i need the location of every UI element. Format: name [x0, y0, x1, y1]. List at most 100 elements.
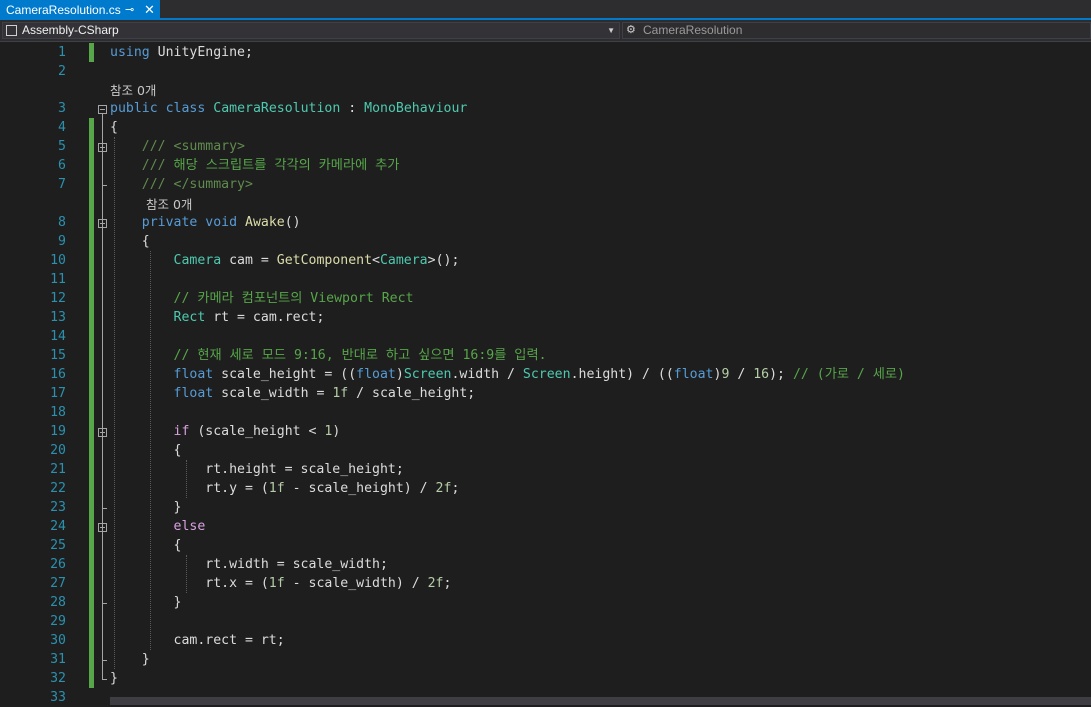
code-line: 5 /// <summary> — [0, 137, 1091, 156]
line-number: 23 — [50, 500, 66, 515]
line-number: 26 — [50, 557, 66, 572]
code-text[interactable]: } — [110, 593, 182, 612]
type-label: CameraResolution — [643, 23, 743, 37]
code-token: (scale_height < — [189, 424, 325, 439]
code-text[interactable]: { — [110, 118, 118, 137]
code-token: Screen — [522, 367, 571, 382]
line-number: 28 — [50, 595, 66, 610]
code-editor[interactable]: 1 using UnityEngine; 2 3 public class Camera… — [0, 42, 1091, 705]
code-token: () — [284, 215, 301, 230]
code-text[interactable]: cam.rect = rt; — [110, 631, 285, 650]
code-token: /// — [141, 158, 174, 173]
code-text[interactable]: { — [110, 441, 182, 460]
code-line: 12 // 카메라 컴포넌트의 Viewport Rect — [0, 289, 1091, 308]
code-line: 26 rt.width = scale_width; — [0, 555, 1091, 574]
code-line: 30 cam.rect = rt; — [0, 631, 1091, 650]
project-dropdown[interactable]: Assembly-CSharp ▼ — [2, 22, 620, 39]
code-text[interactable]: // 현재 세로 모드 9:16, 반대로 하고 싶으면 16:9를 입력. — [110, 346, 547, 365]
code-text[interactable]: public class CameraResolution : MonoBeha… — [110, 99, 467, 118]
code-token: if — [173, 424, 190, 439]
code-text[interactable]: // 카메라 컴포넌트의 Viewport Rect — [110, 289, 414, 308]
line-number: 27 — [50, 576, 66, 591]
navigation-bar: Assembly-CSharp ▼ ⚙ CameraResolution — [0, 20, 1091, 42]
code-line: 15 // 현재 세로 모드 9:16, 반대로 하고 싶으면 16:9를 입력… — [0, 346, 1091, 365]
indent-guide — [114, 137, 115, 669]
code-token: rt = cam.rect; — [205, 310, 325, 325]
code-text[interactable]: rt.height = scale_height; — [110, 460, 404, 479]
code-text[interactable]: if (scale_height < 1) — [110, 422, 341, 441]
line-number: 9 — [58, 234, 66, 249]
line-number: 3 — [58, 101, 66, 116]
code-line: 25 { — [0, 536, 1091, 555]
line-number: 32 — [50, 671, 66, 686]
code-line: 23 } — [0, 498, 1091, 517]
code-line: 16 float scale_height = ((float)Screen.w… — [0, 365, 1091, 384]
code-line: 11 — [0, 270, 1091, 289]
collapse-icon[interactable] — [98, 105, 107, 114]
line-number: 22 — [50, 481, 66, 496]
code-line: 7 /// </summary> — [0, 175, 1091, 194]
outline-end — [102, 185, 107, 186]
code-lens-references[interactable]: 참조 0개 — [110, 80, 156, 99]
code-line: 6 /// 해당 스크립트를 각각의 카메라에 추가 — [0, 156, 1091, 175]
line-number: 12 — [50, 291, 66, 306]
code-text[interactable]: /// 해당 스크립트를 각각의 카메라에 추가 — [110, 156, 400, 175]
code-token: float — [173, 367, 214, 382]
line-number: 19 — [50, 424, 66, 439]
code-token: /// — [141, 139, 174, 154]
code-text[interactable]: { — [110, 232, 150, 251]
code-text[interactable]: } — [110, 669, 118, 688]
csharp-project-icon — [6, 25, 17, 36]
code-token: } — [110, 652, 150, 667]
code-text[interactable]: rt.width = scale_width; — [110, 555, 388, 574]
tab-camera-resolution[interactable]: CameraResolution.cs ⊸ ✕ — [0, 0, 160, 20]
code-line: 24 else — [0, 517, 1091, 536]
code-token: using — [110, 45, 150, 60]
code-token: Awake — [245, 215, 285, 230]
code-token: class — [165, 101, 206, 116]
code-text[interactable]: else — [110, 517, 206, 536]
code-token: </summary> — [173, 177, 253, 192]
line-number: 31 — [50, 652, 66, 667]
pin-icon[interactable]: ⊸ — [125, 0, 134, 20]
code-token: private — [141, 215, 198, 230]
code-text[interactable]: private void Awake() — [110, 213, 301, 232]
code-token: ) — [395, 367, 404, 382]
code-token: - scale_width) / — [284, 576, 428, 591]
change-marker — [89, 43, 94, 62]
code-text[interactable]: Camera cam = GetComponent<Camera>(); — [110, 251, 460, 270]
line-number: 14 — [50, 329, 66, 344]
code-text[interactable]: Rect rt = cam.rect; — [110, 308, 325, 327]
horizontal-scrollbar[interactable] — [110, 697, 1091, 705]
line-number: 10 — [50, 253, 66, 268]
close-icon[interactable]: ✕ — [144, 0, 155, 20]
code-line: 9 { — [0, 232, 1091, 251]
code-text[interactable]: { — [110, 536, 182, 555]
code-text[interactable]: float scale_height = ((float)Screen.widt… — [110, 365, 905, 384]
line-number: 18 — [50, 405, 66, 420]
code-token: ); — [769, 367, 793, 382]
line-number: 30 — [50, 633, 66, 648]
tab-title: CameraResolution.cs — [6, 3, 121, 17]
code-text[interactable]: } — [110, 498, 182, 517]
code-text[interactable]: rt.y = (1f - scale_height) / 2f; — [110, 479, 459, 498]
code-text[interactable]: } — [110, 650, 150, 669]
code-text[interactable]: /// <summary> — [110, 137, 245, 156]
code-text[interactable]: float scale_width = 1f / scale_height; — [110, 384, 476, 403]
code-text[interactable]: rt.x = (1f - scale_width) / 2f; — [110, 574, 451, 593]
line-number: 16 — [50, 367, 66, 382]
code-token: public — [110, 101, 158, 116]
code-text[interactable]: using UnityEngine; — [110, 43, 253, 62]
chevron-down-icon[interactable]: ▼ — [607, 23, 615, 38]
code-lens-references[interactable]: 참조 0개 — [146, 194, 192, 213]
code-line: 20 { — [0, 441, 1091, 460]
code-line: 4{ — [0, 118, 1091, 137]
indent-guide — [186, 555, 187, 593]
type-dropdown[interactable]: ⚙ CameraResolution — [622, 22, 1091, 39]
code-line: 21 rt.height = scale_height; — [0, 460, 1091, 479]
code-text[interactable]: /// </summary> — [110, 175, 253, 194]
